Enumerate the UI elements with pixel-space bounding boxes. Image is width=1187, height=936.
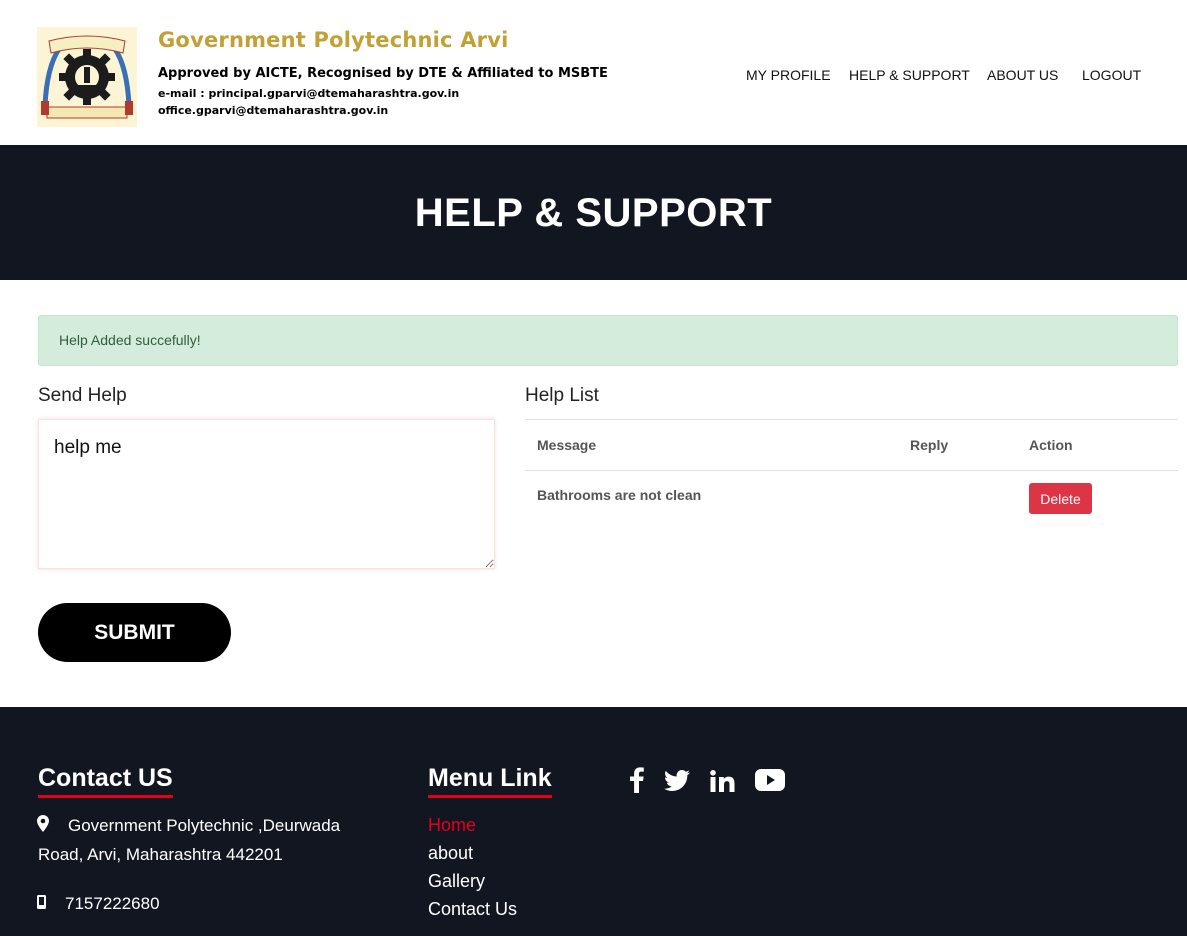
- table-header-divider: [525, 470, 1178, 471]
- footer-link-gallery[interactable]: Gallery: [428, 871, 485, 892]
- menu-heading: Menu Link: [428, 763, 552, 798]
- table-top-border: [525, 419, 1178, 420]
- column-header-reply: Reply: [910, 437, 949, 453]
- footer-link-contact-us[interactable]: Contact Us: [428, 899, 517, 920]
- address-line-1: Government Polytechnic ,Deurwada: [68, 816, 341, 835]
- mobile-phone-icon: [37, 895, 46, 909]
- delete-button[interactable]: Delete: [1029, 483, 1092, 514]
- column-header-action: Action: [1029, 437, 1073, 453]
- site-footer: Contact US Government Polytechnic ,Deurw…: [0, 707, 1187, 936]
- youtube-icon[interactable]: [755, 769, 785, 791]
- principal-email: e-mail : principal.gparvi@dtemaharashtra…: [158, 87, 460, 100]
- location-pin-icon: [37, 815, 49, 832]
- help-message-textarea[interactable]: [38, 419, 495, 569]
- send-help-title: Send Help: [38, 385, 127, 406]
- footer-link-home[interactable]: Home: [428, 815, 476, 836]
- help-list-title: Help List: [525, 385, 599, 406]
- row-message: Bathrooms are not clean: [537, 487, 702, 503]
- nav-logout[interactable]: LOGOUT: [1082, 67, 1141, 83]
- page-banner: HELP & SUPPORT: [0, 145, 1187, 280]
- column-header-message: Message: [537, 437, 597, 453]
- contact-heading: Contact US: [38, 763, 173, 798]
- facebook-icon[interactable]: [630, 767, 644, 793]
- site-header: Government Polytechnic Arvi Approved by …: [0, 0, 1187, 145]
- office-email: office.gparvi@dtemaharashtra.gov.in: [158, 104, 389, 117]
- college-logo: [37, 27, 137, 127]
- page-title: HELP & SUPPORT: [414, 191, 773, 235]
- college-accreditation: Approved by AICTE, Recognised by DTE & A…: [158, 66, 608, 81]
- twitter-icon[interactable]: [664, 770, 690, 791]
- nav-my-profile[interactable]: MY PROFILE: [746, 67, 831, 83]
- footer-link-about[interactable]: about: [428, 843, 473, 864]
- success-alert: Help Added succefully!: [38, 315, 1178, 366]
- submit-button[interactable]: SUBMIT: [38, 603, 231, 662]
- college-title: Government Polytechnic Arvi: [158, 28, 509, 52]
- nav-about-us[interactable]: ABOUT US: [987, 67, 1058, 83]
- phone-number: 7157222680: [65, 894, 160, 913]
- linkedin-icon[interactable]: [710, 770, 735, 792]
- address-line-2: Road, Arvi, Maharashtra 442201: [38, 845, 283, 864]
- success-alert-text: Help Added succefully!: [59, 332, 201, 348]
- nav-help-support[interactable]: HELP & SUPPORT: [849, 67, 970, 83]
